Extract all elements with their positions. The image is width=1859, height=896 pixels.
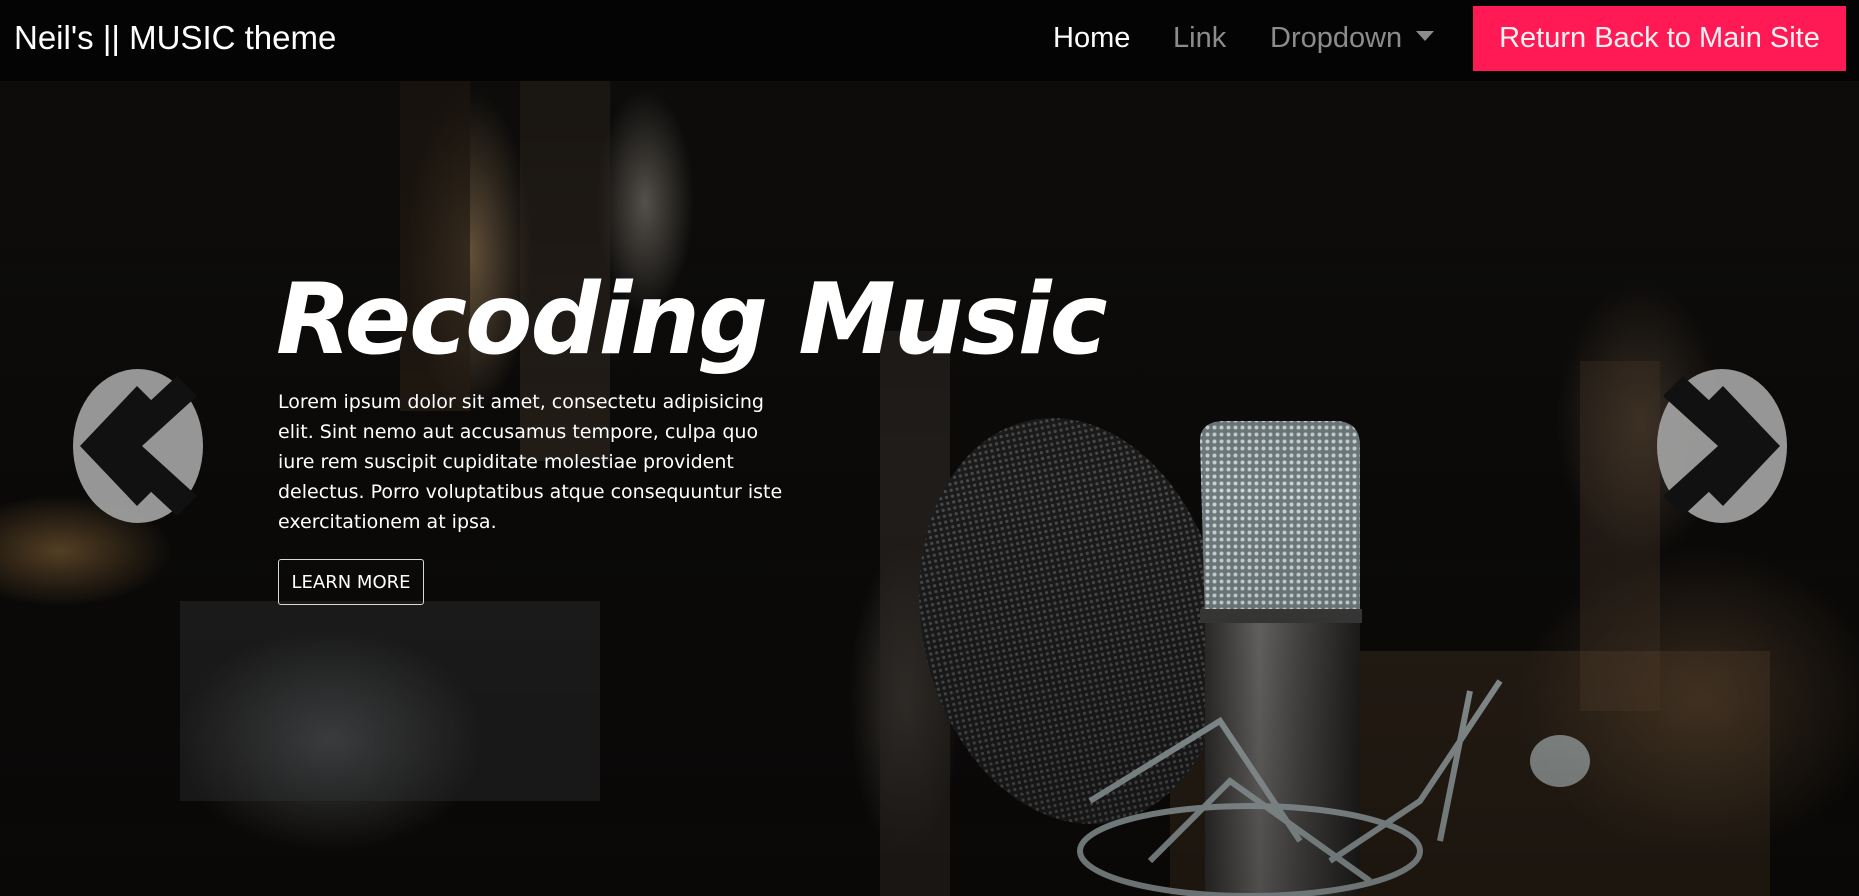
- navbar: Neil's || MUSIC theme Home Link Dropdown…: [0, 0, 1859, 81]
- nav-dropdown-label: Dropdown: [1270, 22, 1403, 54]
- hero-description: Lorem ipsum dolor sit amet, consectetu a…: [278, 391, 783, 533]
- hero-carousel: Recoding Music Lorem ipsum dolor sit ame…: [0, 81, 1859, 896]
- learn-more-button[interactable]: LEARN MORE: [278, 559, 424, 605]
- nav-item-dropdown[interactable]: Dropdown: [1270, 18, 1435, 58]
- carousel-next-button[interactable]: [1656, 368, 1788, 524]
- brand-logo[interactable]: Neil's || MUSIC theme: [14, 16, 336, 60]
- nav-item-home[interactable]: Home: [1053, 18, 1130, 58]
- double-chevron-left-icon: [73, 369, 203, 523]
- double-chevron-right-icon: [1657, 369, 1787, 523]
- return-main-site-button[interactable]: Return Back to Main Site: [1473, 6, 1846, 71]
- nav-item-link[interactable]: Link: [1173, 18, 1226, 58]
- caret-down-icon: [1416, 31, 1435, 41]
- carousel-prev-button[interactable]: [72, 368, 204, 524]
- hero-title: Recoding Music: [276, 263, 1108, 377]
